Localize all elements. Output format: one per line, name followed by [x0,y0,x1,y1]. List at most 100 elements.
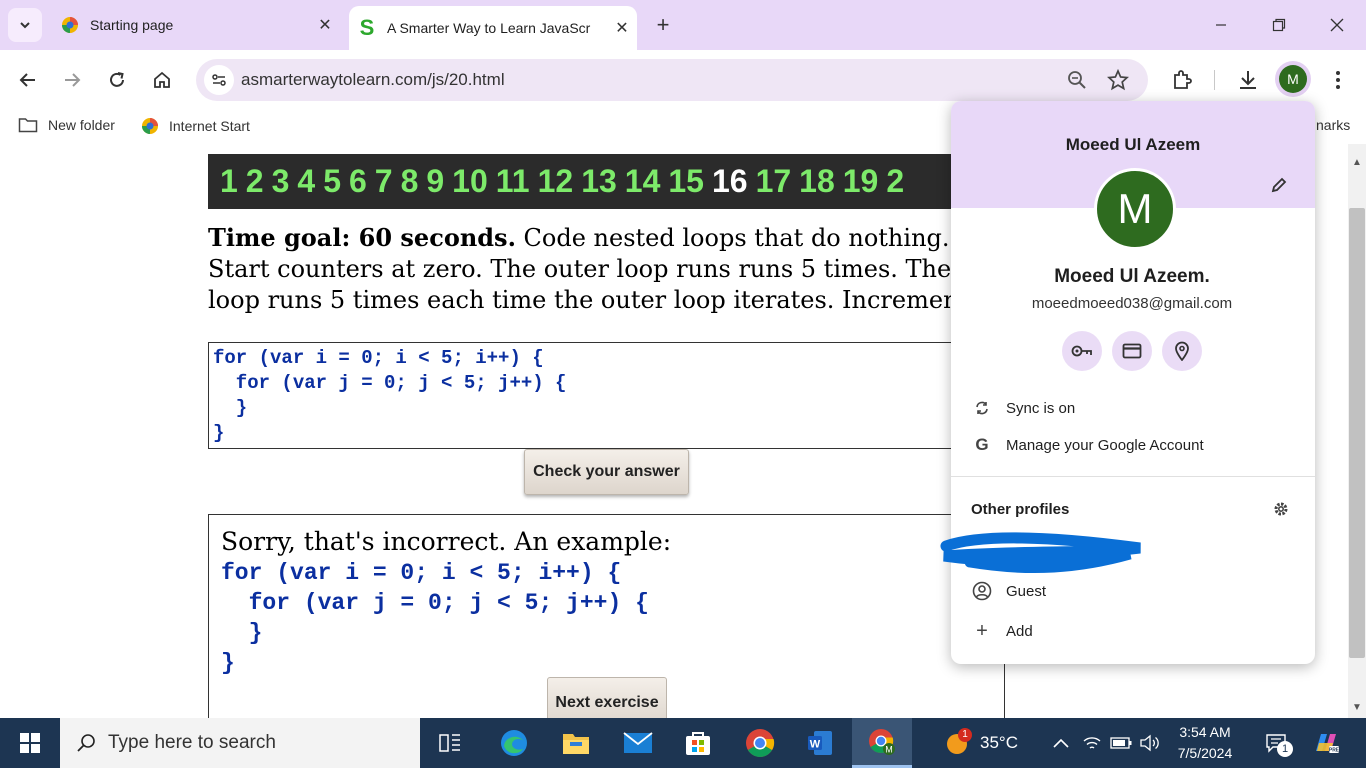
notification-center-button[interactable]: 1 [1256,718,1296,768]
instructions-text: Start counters at zero. The outer loop r… [208,255,982,283]
google-g-icon: G [975,435,989,454]
mail-app[interactable] [608,718,668,768]
edit-profile-button[interactable] [1267,173,1291,197]
chrome-app[interactable] [730,718,790,768]
system-clock[interactable]: 3:54 AM 7/5/2024 [1165,722,1245,764]
exercise-number-link[interactable]: 18 [799,163,835,200]
battery-button[interactable] [1108,718,1134,768]
file-explorer-app[interactable] [546,718,606,768]
site-info-icon[interactable] [204,65,234,95]
word-app[interactable]: W [790,718,850,768]
manage-google-account-row[interactable]: G Manage your Google Account [971,428,1301,462]
task-view-icon [439,734,460,752]
restore-button[interactable] [1250,0,1308,50]
exercise-number-link[interactable]: 15 [668,163,704,200]
check-answer-button[interactable]: Check your answer [524,449,689,495]
menu-button[interactable] [1322,64,1354,96]
bookmark-internet-start[interactable]: Internet Start [141,117,250,135]
network-button[interactable] [1078,718,1106,768]
back-button[interactable] [12,64,44,96]
manage-profiles-button[interactable] [1271,499,1291,519]
profile-header-name: Moeed Ul Azeem [1065,135,1201,154]
word-icon: W [808,731,832,755]
url-text[interactable]: asmarterwaytolearn.com/js/20.html [241,70,505,90]
code-input[interactable]: for (var i = 0; i < 5; i++) { for (var j… [208,342,968,449]
exercise-number-link[interactable]: 11 [496,163,530,200]
taskbar-search-box[interactable]: Type here to search [60,718,420,768]
tab-starting-page[interactable]: Starting page ✕ [50,6,340,44]
all-bookmarks-label[interactable]: narks [1316,117,1350,133]
sync-status-row[interactable]: Sync is on [971,391,1301,425]
bookmark-star-icon[interactable] [1107,68,1129,96]
close-tab-icon[interactable]: ✕ [310,15,340,35]
minimize-button[interactable] [1192,0,1250,50]
close-tab-icon[interactable]: ✕ [607,18,637,38]
search-icon [76,733,96,753]
exercise-number-link[interactable]: 12 [538,163,574,200]
task-view-button[interactable] [420,718,480,768]
scroll-down-arrow-icon[interactable]: ▼ [1348,699,1366,717]
extensions-button[interactable] [1166,64,1198,96]
edge-app[interactable] [484,718,544,768]
home-icon [154,71,170,88]
exercise-number-link[interactable]: 19 [843,163,879,200]
tab-smarter-way[interactable]: S A Smarter Way to Learn JavaScr ✕ [349,6,637,50]
battery-icon [1110,737,1132,749]
exercise-number-link[interactable]: 3 [272,163,290,200]
passwords-button[interactable] [1062,331,1102,371]
toolbar-divider [1214,70,1215,90]
next-exercise-button[interactable]: Next exercise [547,677,667,718]
exercise-number-link[interactable]: 16 [712,163,748,200]
scroll-up-arrow-icon[interactable]: ▲ [1348,154,1366,172]
exercise-number-link[interactable]: 4 [297,163,315,200]
exercise-number-link[interactable]: 7 [375,163,393,200]
exercise-number-link[interactable]: 1 [220,163,238,200]
address-bar[interactable]: asmarterwaytolearn.com/js/20.html [196,59,1148,101]
bookmark-new-folder[interactable]: New folder [18,117,115,133]
scroll-thumb[interactable] [1349,208,1365,658]
exercise-number-link[interactable]: 17 [756,163,792,200]
start-button[interactable] [0,718,60,768]
store-icon [686,732,710,755]
downloads-button[interactable] [1232,64,1264,96]
tab-search-button[interactable] [8,8,42,42]
exercise-number-link[interactable]: 5 [323,163,341,200]
forward-button[interactable] [56,64,88,96]
new-tab-button[interactable]: + [650,12,676,38]
exercise-number-link[interactable]: 6 [349,163,367,200]
close-window-button[interactable] [1308,0,1366,50]
profile-menu: Moeed Ul Azeem M Moeed Ul Azeem. moeedmo… [951,101,1315,664]
windows-taskbar: Type here to search W M 1 35°C 3:54 AM 7… [0,718,1366,768]
chrome-profile-app[interactable]: M [852,718,912,768]
instructions-text: loop runs 5 times each time the outer lo… [208,286,969,314]
weather-widget[interactable]: 1 35°C [944,718,1018,768]
payment-methods-button[interactable] [1112,331,1152,371]
exercise-number-link[interactable]: 13 [581,163,617,200]
exercise-number-link[interactable]: 10 [452,163,488,200]
volume-button[interactable] [1136,718,1164,768]
show-hidden-icons-button[interactable] [1048,718,1074,768]
wifi-icon [1083,737,1101,749]
weather-alert-badge: 1 [958,728,972,742]
copilot-icon: PRE [1316,734,1340,754]
add-profile-row[interactable]: + Add [971,614,1301,648]
exercise-number-link[interactable]: 8 [401,163,419,200]
tab-title: A Smarter Way to Learn JavaScr [387,20,591,36]
manage-account-label: Manage your Google Account [1006,436,1204,454]
exercise-number-link[interactable]: 2 [246,163,264,200]
time-goal: Time goal: 60 seconds. [208,223,516,252]
chrome-profile-icon: M [869,728,895,755]
copilot-button[interactable]: PRE [1304,718,1348,768]
exercise-number-link[interactable]: 2 [886,163,904,200]
guest-profile-row[interactable]: Guest [971,574,1301,608]
svg-text:W: W [810,739,821,751]
exercise-number-link[interactable]: 9 [426,163,444,200]
zoom-icon[interactable] [1067,70,1087,95]
restore-icon [1272,18,1286,32]
store-app[interactable] [668,718,728,768]
reload-button[interactable] [101,64,133,96]
home-button[interactable] [146,64,178,96]
exercise-number-link[interactable]: 14 [625,163,661,200]
profile-avatar-button[interactable]: M [1279,65,1307,93]
addresses-button[interactable] [1162,331,1202,371]
